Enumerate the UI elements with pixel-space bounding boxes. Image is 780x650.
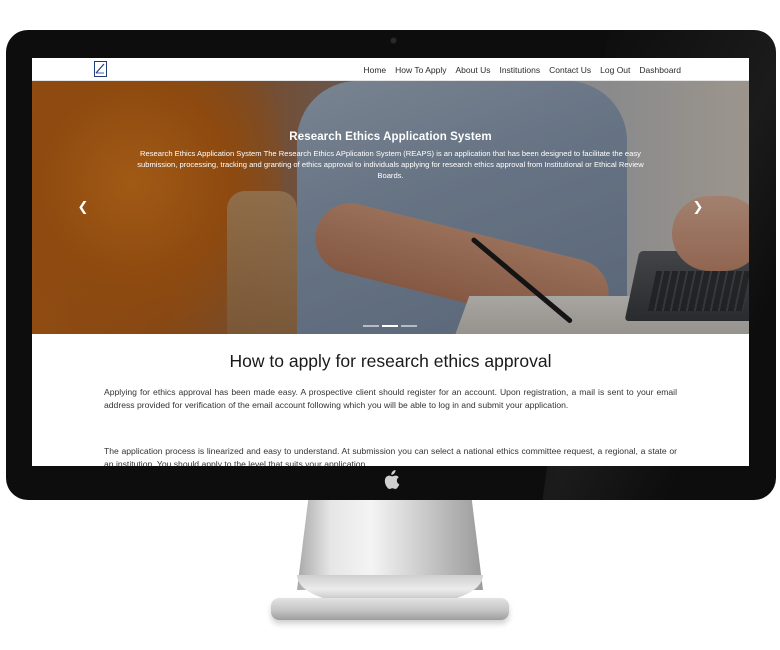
hero-carousel: Research Ethics Application System Resea…: [32, 81, 749, 334]
hero-dark-overlay: [32, 81, 749, 334]
chevron-right-icon[interactable]: ❯: [691, 199, 705, 215]
nav-links: Home How To Apply About Us Institutions …: [363, 58, 681, 81]
nav-link-log-out[interactable]: Log Out: [600, 65, 630, 75]
browser-screen: Home How To Apply About Us Institutions …: [32, 58, 749, 466]
nav-link-about-us[interactable]: About Us: [456, 65, 491, 75]
carousel-indicator-2[interactable]: [382, 325, 398, 327]
nav-link-how-to-apply[interactable]: How To Apply: [395, 65, 446, 75]
section-title: How to apply for research ethics approva…: [229, 351, 552, 371]
nav-link-home[interactable]: Home: [363, 65, 386, 75]
nav-link-contact-us[interactable]: Contact Us: [549, 65, 591, 75]
chevron-left-icon[interactable]: ❮: [76, 199, 90, 215]
hero-title: Research Ethics Application System: [289, 131, 492, 143]
monitor-stand-base: [271, 598, 509, 620]
brand-logo-icon[interactable]: [94, 61, 107, 77]
carousel-indicators: [363, 325, 417, 327]
carousel-indicator-3[interactable]: [401, 325, 417, 327]
apple-logo-icon: [382, 470, 400, 490]
nav-link-institutions[interactable]: Institutions: [499, 65, 540, 75]
how-to-apply-section: How to apply for research ethics approva…: [32, 334, 749, 466]
mockup-stage: Home How To Apply About Us Institutions …: [0, 0, 780, 650]
paragraph-application-process: The application process is linearized an…: [104, 446, 677, 466]
hero-caption: Research Ethics Application System Resea…: [132, 131, 649, 181]
top-navbar: Home How To Apply About Us Institutions …: [32, 58, 749, 81]
carousel-indicator-1[interactable]: [363, 325, 379, 327]
hero-description: Research Ethics Application System The R…: [137, 149, 644, 180]
nav-link-dashboard[interactable]: Dashboard: [639, 65, 681, 75]
webcam-icon: [391, 38, 396, 43]
paragraph-registration: Applying for ethics approval has been ma…: [104, 387, 677, 410]
